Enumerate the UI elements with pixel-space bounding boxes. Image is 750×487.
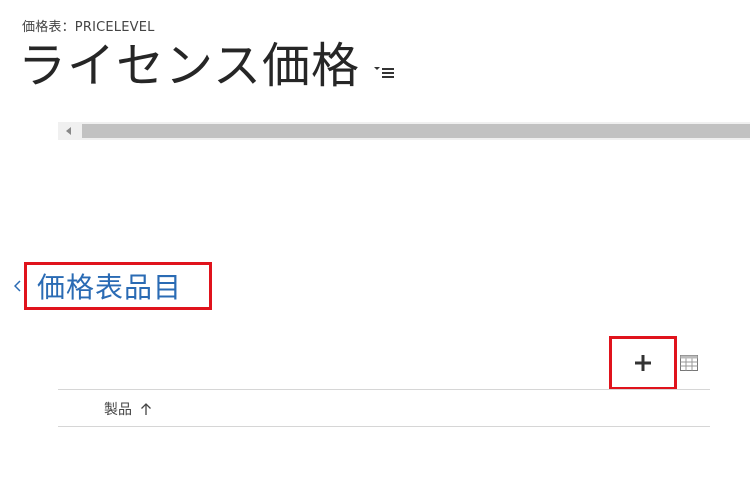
grid-divider [58, 426, 710, 427]
collapse-arrow-icon[interactable] [13, 278, 22, 292]
sort-ascending-icon [140, 402, 152, 416]
add-record-button[interactable] [609, 336, 677, 390]
grid-view-button[interactable] [678, 352, 700, 374]
entity-label: 価格表：PRICELEVEL [22, 20, 155, 35]
section-title-text: 価格表品目 [37, 271, 183, 304]
record-title: ライセンス価格 [18, 38, 361, 94]
grid-divider [58, 389, 710, 390]
plus-icon [635, 355, 651, 371]
form-selector-icon[interactable] [374, 66, 396, 80]
record-title-row: ライセンス価格 [18, 34, 396, 98]
column-header-label: 製品 [104, 402, 132, 418]
section-title[interactable]: 価格表品目 [24, 262, 212, 310]
grid-view-icon [680, 355, 698, 371]
scrollbar-thumb[interactable] [82, 124, 750, 138]
horizontal-scrollbar[interactable] [58, 122, 750, 140]
column-header-product[interactable]: 製品 [104, 398, 152, 420]
scroll-left-arrow-icon[interactable] [58, 122, 80, 140]
record-form: 価格表：PRICELEVEL ライセンス価格 価格表品目 製品 [0, 0, 750, 487]
